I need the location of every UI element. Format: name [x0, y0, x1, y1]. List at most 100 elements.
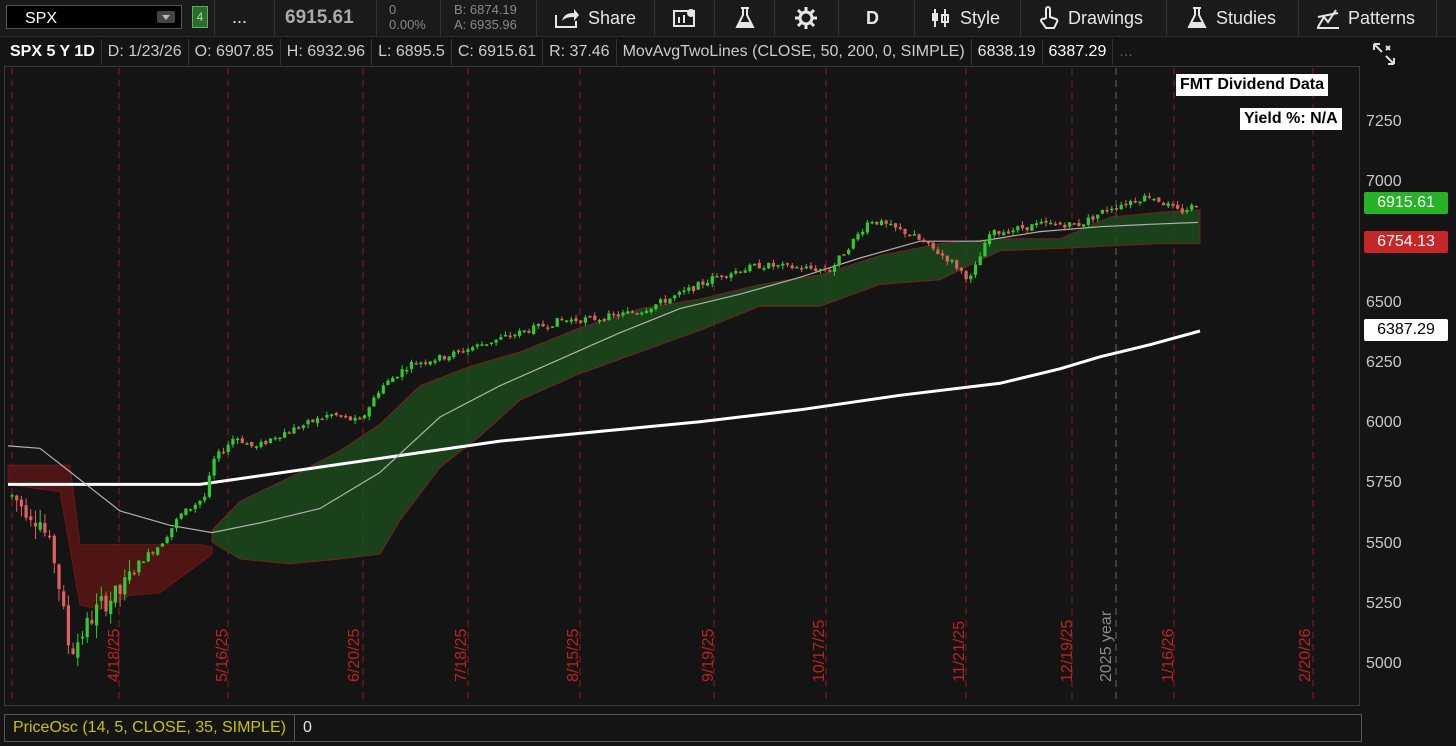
- candle-body: [43, 523, 47, 533]
- candle-body: [405, 369, 409, 372]
- candle-body: [673, 295, 677, 299]
- candle-body: [818, 269, 822, 271]
- cloud-price-tag: 6754.13: [1364, 231, 1448, 253]
- candle-body: [917, 234, 921, 240]
- candle-body: [254, 446, 258, 448]
- candle-body: [814, 268, 818, 271]
- candle-body: [419, 362, 423, 365]
- candle-body: [15, 495, 19, 501]
- candle-body: [151, 552, 155, 554]
- candle-body: [146, 552, 150, 562]
- candle-body: [1185, 210, 1189, 212]
- candle-body: [95, 604, 99, 626]
- candle-body: [1194, 206, 1198, 208]
- candle-body: [1157, 197, 1161, 202]
- candle-body: [499, 337, 503, 340]
- y-tick-label: 5000: [1366, 655, 1402, 672]
- candle-body: [160, 543, 164, 547]
- candle-body: [189, 508, 193, 511]
- candle-body: [315, 418, 320, 424]
- candle-body: [969, 275, 973, 280]
- oscillator-panel[interactable]: PriceOsc (14, 5, CLOSE, 35, SIMPLE) 0: [4, 714, 1362, 742]
- candle-body: [424, 362, 428, 364]
- candle-body: [1166, 203, 1170, 206]
- candle-body: [386, 380, 390, 386]
- candle-body: [696, 282, 700, 290]
- candle-body: [466, 349, 470, 352]
- candle-body: [1176, 204, 1180, 209]
- y-tick-label: 5250: [1366, 594, 1402, 612]
- candle-body: [753, 264, 757, 266]
- candle-body: [856, 233, 860, 240]
- candle-body: [762, 268, 766, 270]
- candle-body: [597, 320, 602, 322]
- candle-body: [207, 475, 211, 497]
- candle-body: [57, 564, 61, 590]
- candle-body: [1077, 222, 1081, 227]
- candle-body: [391, 378, 395, 382]
- candle-body: [400, 369, 404, 377]
- candle-body: [320, 418, 324, 421]
- x-tick-label: 9/19/25: [700, 628, 717, 682]
- candle-body: [334, 413, 338, 416]
- candle-body: [395, 376, 399, 379]
- candle-body: [800, 268, 804, 270]
- candle-body: [569, 319, 573, 322]
- candle-body: [522, 330, 526, 332]
- candle-body: [828, 270, 832, 272]
- candle-body: [1020, 225, 1025, 229]
- candle-body: [193, 504, 197, 509]
- candle-body: [414, 363, 418, 365]
- candle-body: [85, 618, 89, 638]
- candle-body: [1096, 214, 1100, 219]
- candle-body: [132, 572, 136, 575]
- candle-body: [198, 500, 202, 505]
- candle-body: [494, 339, 498, 343]
- candle-body: [955, 260, 959, 269]
- candle-body: [804, 266, 808, 269]
- candle-body: [1063, 224, 1067, 228]
- candle-body: [287, 432, 291, 434]
- candle-body: [104, 595, 108, 612]
- candle-body: [983, 242, 987, 257]
- candle-body: [353, 417, 357, 421]
- candle-body: [912, 234, 916, 236]
- candle-body: [236, 438, 240, 441]
- candle-body: [1114, 208, 1119, 210]
- candle-body: [76, 642, 80, 658]
- candle-body: [785, 263, 790, 265]
- candle-body: [1058, 222, 1062, 225]
- candle-body: [992, 230, 996, 236]
- candle-body: [898, 227, 902, 229]
- candle-body: [1124, 203, 1128, 206]
- candle-body: [988, 234, 992, 245]
- candle-body: [654, 304, 658, 310]
- candle-body: [456, 350, 461, 353]
- year-marker-label: 2025 year: [1098, 610, 1115, 682]
- candle-body: [212, 458, 216, 476]
- candle-body: [438, 354, 442, 361]
- candle-body: [635, 313, 639, 315]
- candle-body: [842, 254, 846, 256]
- candle-body: [409, 362, 414, 369]
- oscillator-name[interactable]: PriceOsc (14, 5, CLOSE, 35, SIMPLE): [5, 715, 295, 741]
- candle-body: [471, 347, 475, 351]
- candle-body: [926, 241, 931, 244]
- candle-body: [1086, 217, 1090, 225]
- candle-body: [583, 317, 587, 323]
- candle-body: [879, 220, 884, 225]
- candle-body: [1025, 227, 1029, 230]
- candle-body: [184, 508, 188, 515]
- candle-body: [682, 290, 686, 292]
- candle-body: [616, 314, 620, 317]
- candle-body: [748, 264, 752, 272]
- candle-body: [729, 273, 733, 278]
- candle-body: [348, 416, 352, 421]
- candle-body: [1082, 224, 1086, 227]
- candle-body: [894, 223, 898, 228]
- candle-body: [264, 441, 268, 444]
- candle-body: [250, 442, 254, 447]
- candle-body: [1006, 231, 1010, 234]
- candle-body: [861, 231, 865, 235]
- candle-body: [973, 264, 978, 275]
